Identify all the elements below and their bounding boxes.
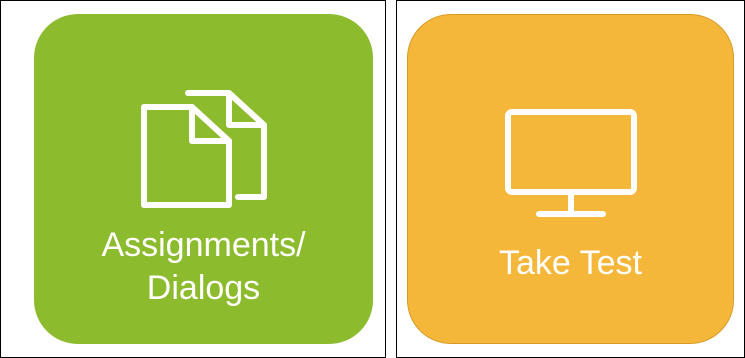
take-test-label: Take Test — [498, 244, 642, 282]
documents-icon — [140, 90, 267, 208]
take-test-panel: Take Test — [396, 0, 745, 358]
assignments-dialogs-button[interactable]: Assignments/ Dialogs — [34, 14, 373, 344]
assignments-label-line1: Assignments/ — [101, 226, 306, 264]
assignments-label: Assignments/ Dialogs — [34, 224, 373, 310]
monitor-icon — [504, 109, 637, 217]
assignments-panel: Assignments/ Dialogs — [0, 0, 386, 358]
assignments-label-line2: Dialogs — [146, 269, 261, 307]
take-test-button[interactable]: Take Test — [407, 14, 734, 344]
